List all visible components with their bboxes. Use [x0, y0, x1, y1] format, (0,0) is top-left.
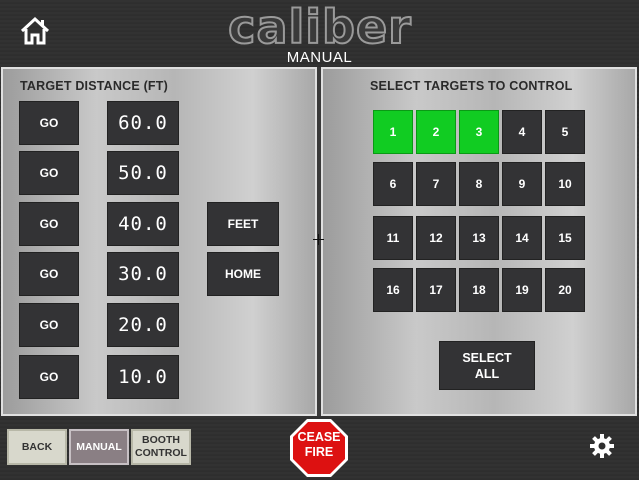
cease-fire-line1: CEASE: [297, 430, 341, 444]
target-button-6[interactable]: 6: [373, 162, 413, 206]
distance-value-2[interactable]: 50.0: [107, 151, 179, 195]
cease-fire-button[interactable]: CEASE FIRE: [289, 418, 349, 478]
select-targets-title: SELECT TARGETS TO CONTROL: [370, 79, 573, 93]
booth-control-line1: BOOTH: [142, 434, 180, 446]
select-targets-panel: SELECT TARGETS TO CONTROL 1 2 3 4 5 6 7 …: [321, 67, 637, 416]
distance-value-4[interactable]: 30.0: [107, 252, 179, 296]
target-button-1[interactable]: 1: [373, 110, 413, 154]
gear-icon: [590, 434, 614, 458]
target-button-9[interactable]: 9: [502, 162, 542, 206]
mode-title: MANUAL: [286, 49, 353, 66]
home-position-button[interactable]: HOME: [207, 252, 279, 296]
distance-value-5[interactable]: 20.0: [107, 303, 179, 347]
back-button[interactable]: BACK: [7, 429, 67, 465]
target-button-12[interactable]: 12: [416, 216, 456, 260]
target-button-13[interactable]: 13: [459, 216, 499, 260]
target-button-8[interactable]: 8: [459, 162, 499, 206]
target-button-16[interactable]: 16: [373, 268, 413, 312]
booth-control-button[interactable]: BOOTH CONTROL: [131, 429, 191, 465]
go-button-6[interactable]: GO: [19, 355, 79, 399]
target-button-5[interactable]: 5: [545, 110, 585, 154]
target-button-20[interactable]: 20: [545, 268, 585, 312]
distance-value-6[interactable]: 10.0: [107, 355, 179, 399]
home-icon: [20, 16, 50, 45]
target-button-2[interactable]: 2: [416, 110, 456, 154]
target-button-15[interactable]: 15: [545, 216, 585, 260]
feet-button[interactable]: FEET: [207, 202, 279, 246]
target-distance-title: TARGET DISTANCE (FT): [20, 79, 168, 93]
target-button-7[interactable]: 7: [416, 162, 456, 206]
go-button-2[interactable]: GO: [19, 151, 79, 195]
manual-mode-button[interactable]: MANUAL: [69, 429, 129, 465]
target-button-3[interactable]: 3: [459, 110, 499, 154]
target-button-17[interactable]: 17: [416, 268, 456, 312]
booth-control-line2: CONTROL: [135, 447, 187, 459]
cease-fire-line2: FIRE: [304, 445, 334, 459]
go-button-4[interactable]: GO: [19, 252, 79, 296]
target-distance-panel: TARGET DISTANCE (FT) GO 60.0 GO 50.0 GO …: [1, 67, 317, 416]
distance-value-3[interactable]: 40.0: [107, 202, 179, 246]
distance-value-1[interactable]: 60.0: [107, 101, 179, 145]
caliber-logo: caliber: [227, 0, 412, 55]
home-button[interactable]: [18, 14, 52, 48]
crosshair-cursor-icon: [313, 234, 324, 245]
target-button-4[interactable]: 4: [502, 110, 542, 154]
target-button-18[interactable]: 18: [459, 268, 499, 312]
go-button-5[interactable]: GO: [19, 303, 79, 347]
go-button-3[interactable]: GO: [19, 202, 79, 246]
target-button-11[interactable]: 11: [373, 216, 413, 260]
select-all-button[interactable]: SELECT ALL: [439, 341, 535, 390]
target-button-14[interactable]: 14: [502, 216, 542, 260]
select-all-label-line2: ALL: [474, 366, 500, 381]
settings-button[interactable]: [589, 433, 615, 459]
target-button-10[interactable]: 10: [545, 162, 585, 206]
select-all-label-line1: SELECT: [462, 350, 512, 365]
go-button-1[interactable]: GO: [19, 101, 79, 145]
target-button-19[interactable]: 19: [502, 268, 542, 312]
